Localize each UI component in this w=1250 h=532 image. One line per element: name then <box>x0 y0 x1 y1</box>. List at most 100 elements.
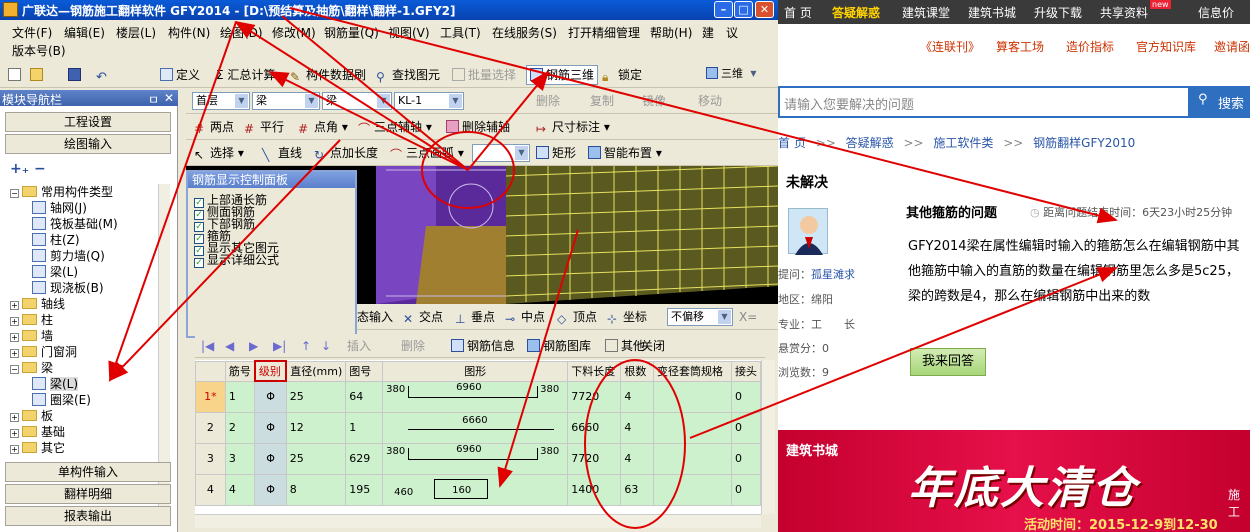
grid-vscrollbar[interactable] <box>761 360 775 514</box>
menu-edit[interactable]: 编辑(E) <box>64 24 105 41</box>
rectangle-button[interactable]: 矩形 <box>536 144 576 162</box>
delete-row-button[interactable]: 删除 <box>401 337 425 355</box>
category-select[interactable]: 梁 ▼ <box>252 92 320 110</box>
close-button[interactable]: ✕ <box>755 1 774 18</box>
cell-bar-no[interactable]: 1 <box>224 380 256 413</box>
sub-workshop[interactable]: 算客工场 <box>996 38 1044 55</box>
rebar-library-button[interactable]: 钢筋图库 <box>527 337 591 355</box>
cell-count[interactable]: 4 <box>620 380 654 413</box>
cell-diameter[interactable]: 25 <box>285 442 347 475</box>
line-button[interactable]: ╲ 直线 <box>262 144 302 162</box>
cell-diameter[interactable]: 12 <box>285 411 347 444</box>
point-length-button[interactable]: ↻ 点加长度 <box>314 144 378 162</box>
cell-length[interactable]: 7720 <box>567 442 622 475</box>
new-file-icon[interactable] <box>8 66 24 84</box>
other-button[interactable]: 其他 <box>605 337 645 355</box>
bookstore-banner[interactable]: 建筑书城 年底大清仓 活动时间：2015-12-9到12-30 施工 <box>778 430 1250 532</box>
cell-bar-no[interactable]: 2 <box>224 411 256 444</box>
tree-item[interactable]: 柱(Z) <box>32 232 80 248</box>
cell-length[interactable]: 1400 <box>567 473 622 506</box>
nav-price[interactable]: 信息价 <box>1198 4 1234 21</box>
tree-folder[interactable]: + 柱 <box>10 312 53 328</box>
tree-item[interactable]: 梁(L) <box>32 264 78 280</box>
crumb-qa[interactable]: 答疑解惑 <box>846 136 894 150</box>
menu-view[interactable]: 视图(V) <box>388 24 430 41</box>
snap-perp-button[interactable]: ⊥ 垂点 <box>455 308 495 326</box>
maximize-button[interactable]: □ <box>734 1 753 18</box>
expand-icon[interactable]: + <box>10 317 19 326</box>
sum-calc-button[interactable]: Σ 汇总计算 <box>216 66 275 84</box>
cell-diameter[interactable]: 25 <box>285 380 347 413</box>
snap-intersect-button[interactable]: ✕ 交点 <box>403 308 443 326</box>
row-number[interactable]: 4 <box>195 473 226 506</box>
view-mode-dropdown[interactable]: 三维 ▼ <box>702 65 762 83</box>
nav-bookstore[interactable]: 建筑书城 <box>968 4 1016 21</box>
snap-vertex-button[interactable]: ◇ 顶点 <box>557 308 597 326</box>
sub-journal[interactable]: 《连联刊》 <box>920 38 980 55</box>
cell-count[interactable]: 4 <box>620 442 654 475</box>
nav-close-icon[interactable]: ✕ <box>164 91 174 105</box>
component-brush-button[interactable]: ✎ 构件数据刷 <box>290 66 366 84</box>
menu-suggest-2[interactable]: 议 <box>726 24 738 41</box>
tree-folder[interactable]: + 其它 <box>10 440 65 456</box>
row-number[interactable]: 1* <box>195 380 226 413</box>
snap-mid-button[interactable]: ⊸ 中点 <box>505 308 545 326</box>
tree-item[interactable]: 剪力墙(Q) <box>32 248 105 264</box>
delete-aux-axis-button[interactable]: 删除辅轴 <box>446 118 510 136</box>
crumb-category[interactable]: 施工软件类 <box>933 136 993 150</box>
nav-home[interactable]: 首 页 <box>784 4 812 21</box>
tree-item[interactable]: 筏板基础(M) <box>32 216 118 232</box>
tree-folder[interactable]: − 常用构件类型 <box>10 184 113 200</box>
tree-folder[interactable]: + 门窗洞 <box>10 344 77 360</box>
tree-folder[interactable]: + 板 <box>10 408 53 424</box>
answer-button[interactable]: 我来回答 <box>910 348 986 376</box>
cell-shape[interactable]: 460 160 <box>382 473 569 506</box>
move-down-icon[interactable]: ↓ <box>321 337 331 355</box>
menu-file[interactable]: 文件(F) <box>12 24 52 41</box>
tree-item[interactable]: 梁(L) <box>32 376 79 392</box>
tree-folder[interactable]: − 梁 <box>10 360 53 376</box>
collapse-icon[interactable]: − <box>10 365 19 374</box>
cell-shape[interactable]: 380 6960 380 <box>382 442 569 475</box>
expand-icon[interactable]: + <box>10 333 19 342</box>
menu-suggest-1[interactable]: 建 <box>702 24 714 41</box>
cell-bar-no[interactable]: 3 <box>224 442 256 475</box>
cell-length[interactable]: 7720 <box>567 380 622 413</box>
menu-fine-mgmt[interactable]: 打开精细管理 <box>568 24 640 41</box>
cell-spec[interactable] <box>652 473 732 506</box>
nav-qa[interactable]: 答疑解惑 <box>832 4 880 21</box>
rebar-info-button[interactable]: 钢筋信息 <box>451 337 515 355</box>
user-avatar[interactable] <box>788 208 828 255</box>
cell-figure-no[interactable]: 64 <box>345 380 384 413</box>
cell-joint[interactable]: 0 <box>730 380 761 413</box>
single-component-input-button[interactable]: 单构件输入 <box>5 462 171 482</box>
expand-icon[interactable]: + <box>10 445 19 454</box>
checkbox-detail-formula[interactable]: ✓ 显示详细公式 <box>194 254 279 268</box>
row-number[interactable]: 3 <box>195 442 226 475</box>
report-output-button[interactable]: 报表输出 <box>5 506 171 526</box>
arc-mode-select[interactable]: ▼ <box>472 144 530 162</box>
three-point-arc-button[interactable]: ⌒ 三点画弧 ▾ <box>390 144 464 162</box>
next-row-icon[interactable]: ▶ <box>249 337 258 355</box>
offset-select[interactable]: 不偏移 ▼ <box>667 308 733 326</box>
smart-layout-button[interactable]: 智能布置 ▾ <box>588 144 662 162</box>
prev-row-icon[interactable]: ◀ <box>225 337 234 355</box>
cell-shape[interactable]: 6660 <box>382 411 569 444</box>
menu-component[interactable]: 构件(N) <box>168 24 210 41</box>
two-point-button[interactable]: # 两点 <box>194 118 234 136</box>
sub-cost-index[interactable]: 造价指标 <box>1066 38 1114 55</box>
batch-select-button[interactable]: 批量选择 <box>452 66 516 84</box>
cell-diameter[interactable]: 8 <box>285 473 347 506</box>
menu-modify[interactable]: 修改(M) <box>272 24 316 41</box>
cell-length[interactable]: 6660 <box>567 411 622 444</box>
menu-tools[interactable]: 工具(T) <box>440 24 481 41</box>
tree-folder[interactable]: + 基础 <box>10 424 65 440</box>
cell-joint[interactable]: 0 <box>730 473 761 506</box>
menu-help[interactable]: 帮助(H) <box>650 24 692 41</box>
define-button[interactable]: 定义 <box>160 66 200 84</box>
crumb-product[interactable]: 钢筋翻样GFY2010 <box>1033 136 1135 150</box>
undo-icon[interactable]: ↶ <box>96 66 112 84</box>
dynamic-input-button[interactable]: 态输入 <box>357 308 393 326</box>
cell-bar-no[interactable]: 4 <box>224 473 256 506</box>
tree-folder[interactable]: + 轴线 <box>10 296 65 312</box>
